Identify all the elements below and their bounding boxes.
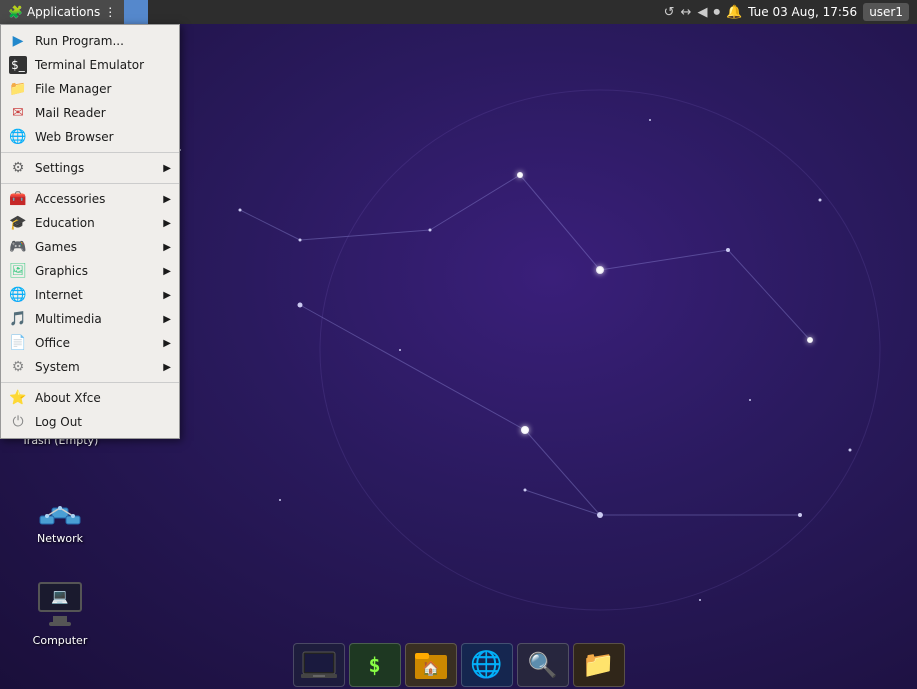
taskbar-folder-button[interactable]: 📁 [573, 643, 625, 687]
menu-item-internet[interactable]: 🌐 Internet ▶ [1, 283, 179, 307]
separator-1 [1, 152, 179, 153]
games-arrow: ▶ [163, 242, 171, 253]
graphics-arrow: ▶ [163, 266, 171, 277]
menu-item-games[interactable]: 🎮 Games ▶ [1, 235, 179, 259]
education-arrow: ▶ [163, 218, 171, 229]
internet-icon: 🌐 [9, 286, 27, 304]
taskbar-desktop-button[interactable] [293, 643, 345, 687]
games-label: Games [35, 240, 77, 254]
top-panel: 🧩 Applications ⋮ ↺ ↔ ◀ ⏺ 🔔 Tue 03 Aug, 1… [0, 0, 917, 24]
panel-highlight [124, 0, 148, 24]
internet-label: Internet [35, 288, 83, 302]
panel-left: 🧩 Applications ⋮ [0, 0, 148, 24]
about-xfce-icon: ⭐ [9, 389, 27, 407]
desktop-icon-computer[interactable]: 💻 Computer [20, 582, 100, 647]
graphics-icon: 🖼 [9, 262, 27, 280]
settings-label: Settings [35, 161, 84, 175]
games-icon: 🎮 [9, 238, 27, 256]
multimedia-arrow: ▶ [163, 314, 171, 325]
desktop-icon-network[interactable]: Network [20, 480, 100, 545]
network-icon [36, 480, 84, 528]
system-icon: ⚙ [9, 358, 27, 376]
accessories-icon: 🧰 [9, 190, 27, 208]
separator-2 [1, 183, 179, 184]
settings-arrow: ▶ [163, 163, 171, 174]
run-program-label: Run Program... [35, 34, 124, 48]
menu-item-system[interactable]: ⚙ System ▶ [1, 355, 179, 379]
office-icon: 📄 [9, 334, 27, 352]
menu-item-graphics[interactable]: 🖼 Graphics ▶ [1, 259, 179, 283]
datetime-display: Tue 03 Aug, 17:56 [748, 5, 857, 19]
office-arrow: ▶ [163, 338, 171, 349]
settings-icon: ⚙ [9, 159, 27, 177]
mail-reader-icon: ✉ [9, 104, 27, 122]
network-label: Network [37, 532, 83, 545]
menu-item-multimedia[interactable]: 🎵 Multimedia ▶ [1, 307, 179, 331]
menu-item-terminal[interactable]: $_ Terminal Emulator [1, 53, 179, 77]
about-xfce-label: About Xfce [35, 391, 101, 405]
multimedia-label: Multimedia [35, 312, 102, 326]
menu-item-mail-reader[interactable]: ✉ Mail Reader [1, 101, 179, 125]
web-browser-label: Web Browser [35, 130, 114, 144]
applications-icon: 🧩 [8, 5, 23, 19]
terminal-icon: $_ [9, 56, 27, 74]
notification-icon[interactable]: 🔔 [726, 5, 742, 20]
system-arrow: ▶ [163, 362, 171, 373]
run-program-icon: ▶ [9, 32, 27, 50]
log-out-label: Log Out [35, 415, 82, 429]
back-icon[interactable]: ◀ [697, 5, 707, 20]
refresh-icon[interactable]: ↺ [664, 5, 675, 20]
multimedia-icon: 🎵 [9, 310, 27, 328]
username-display: user1 [863, 3, 909, 21]
taskbar-terminal-button[interactable]: $ [349, 643, 401, 687]
education-icon: 🎓 [9, 214, 27, 232]
mail-reader-label: Mail Reader [35, 106, 106, 120]
menu-item-settings[interactable]: ⚙ Settings ▶ [1, 156, 179, 180]
record-icon[interactable]: ⏺ [713, 5, 720, 20]
separator-3 [1, 382, 179, 383]
applications-menu-dots: ⋮ [104, 5, 116, 19]
system-label: System [35, 360, 80, 374]
taskbar-browser-button[interactable]: 🌐 [461, 643, 513, 687]
web-browser-icon: 🌐 [9, 128, 27, 146]
menu-item-office[interactable]: 📄 Office ▶ [1, 331, 179, 355]
panel-right: ↺ ↔ ◀ ⏺ 🔔 Tue 03 Aug, 17:56 user1 [664, 0, 917, 24]
accessories-label: Accessories [35, 192, 105, 206]
log-out-icon: ⏻ [9, 413, 27, 431]
svg-text:🏠: 🏠 [422, 660, 439, 677]
taskbar-search-button[interactable]: 🔍 [517, 643, 569, 687]
menu-item-about-xfce[interactable]: ⭐ About Xfce [1, 386, 179, 410]
menu-item-log-out[interactable]: ⏻ Log Out [1, 410, 179, 434]
terminal-label: Terminal Emulator [35, 58, 144, 72]
application-menu: ▶ Run Program... $_ Terminal Emulator 📁 … [0, 24, 180, 439]
internet-arrow: ▶ [163, 290, 171, 301]
menu-item-accessories[interactable]: 🧰 Accessories ▶ [1, 187, 179, 211]
education-label: Education [35, 216, 95, 230]
file-manager-icon: 📁 [9, 80, 27, 98]
menu-item-file-manager[interactable]: 📁 File Manager [1, 77, 179, 101]
menu-item-education[interactable]: 🎓 Education ▶ [1, 211, 179, 235]
applications-label: Applications [27, 5, 100, 19]
taskbar-filemanager-button[interactable]: 🏠 [405, 643, 457, 687]
office-label: Office [35, 336, 70, 350]
applications-menu-button[interactable]: 🧩 Applications ⋮ [0, 0, 124, 24]
menu-item-web-browser[interactable]: 🌐 Web Browser [1, 125, 179, 149]
file-manager-label: File Manager [35, 82, 112, 96]
menu-item-run-program[interactable]: ▶ Run Program... [1, 29, 179, 53]
switch-icon[interactable]: ↔ [681, 5, 692, 20]
computer-icon: 💻 [36, 582, 84, 630]
taskbar: $ 🏠 🌐 🔍 📁 [0, 641, 917, 689]
accessories-arrow: ▶ [163, 194, 171, 205]
graphics-label: Graphics [35, 264, 88, 278]
